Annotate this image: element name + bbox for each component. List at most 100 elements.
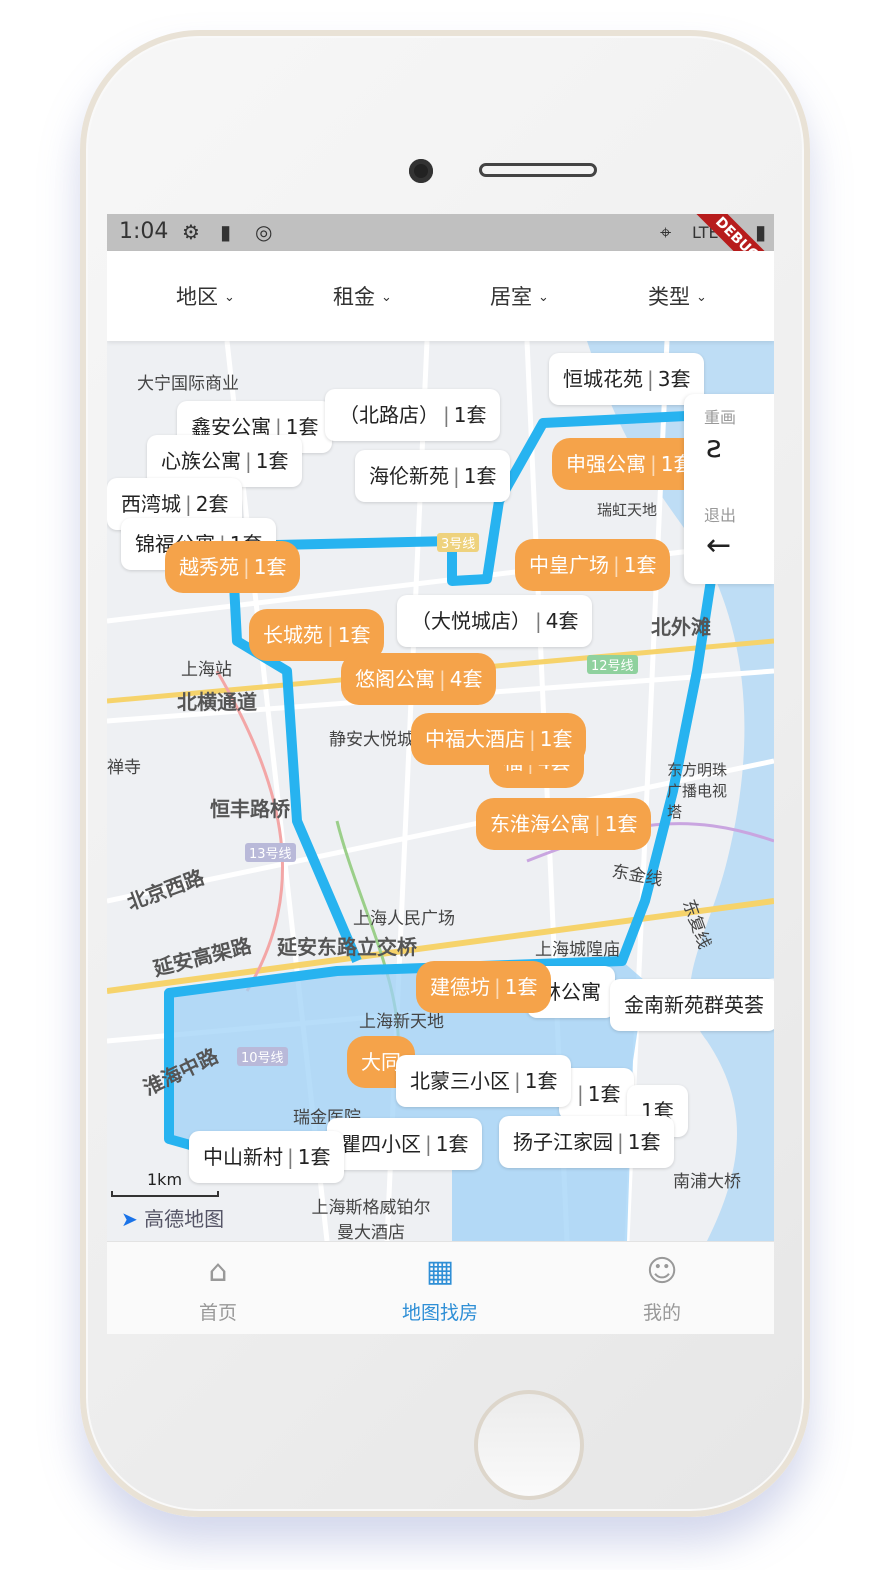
redraw-label: 重画	[704, 408, 737, 427]
marker-count: 2套	[195, 492, 229, 516]
house-marker[interactable]: 扬子江家园 | 1套	[499, 1116, 675, 1168]
marker-count: 1套	[539, 727, 573, 751]
tab-home-label: 首页	[198, 1302, 237, 1324]
map-label: 3号线	[437, 533, 480, 552]
marker-name: 中福大酒店	[425, 727, 525, 751]
marker-name: 扬子江家园	[513, 1130, 613, 1154]
map-label: 大宁国际商业	[137, 374, 239, 394]
marker-count: 1套	[463, 464, 497, 488]
filter-bar: 地区 ⌄ 租金 ⌄ 居室 ⌄ 类型 ⌄	[107, 251, 774, 341]
marker-name: 大同	[361, 1050, 401, 1074]
marker-name: 中皇广场	[529, 553, 609, 577]
house-marker[interactable]: （大悦城店） | 4套	[397, 595, 593, 647]
marker-separator: |	[443, 403, 450, 427]
house-marker[interactable]: 建德坊 | 1套	[416, 961, 552, 1013]
marker-name: 越秀苑	[179, 555, 239, 579]
marker-name: 中山新村	[203, 1145, 283, 1169]
map-view[interactable]: 大宁国际商业 上海站 北横通道 禅寺 静安大悦城 恒丰路桥 13号线 北京西路 …	[107, 341, 774, 1241]
settings-icon: ⚙	[182, 220, 200, 244]
marker-separator: |	[494, 975, 501, 999]
filter-rooms-label: 居室	[490, 285, 532, 309]
home-button[interactable]	[474, 1390, 584, 1500]
location-icon: ⌖	[660, 220, 672, 244]
bottom-tab-bar: ⌂ 首页 ▦ 地图找房 ☺ 我的	[107, 1241, 774, 1334]
map-icon: ▦	[425, 1254, 455, 1289]
marker-count: 1套	[623, 553, 657, 577]
filter-region[interactable]: 地区 ⌄	[176, 281, 235, 311]
map-label: 恒丰路桥	[210, 797, 290, 821]
map-label: 上海斯格威铂尔曼大酒店	[311, 1198, 431, 1241]
tab-map-label: 地图找房	[401, 1302, 478, 1324]
marker-name: 申强公寓	[566, 452, 646, 476]
marker-separator: |	[650, 452, 657, 476]
draw-tool-panel: 重画 ƨ 退出 ←	[684, 394, 774, 584]
map-scale: 1km	[111, 1170, 219, 1197]
map-label: 禅寺	[107, 758, 141, 778]
marker-name: （大悦城店）	[411, 609, 531, 633]
marker-name: 西湾城	[121, 492, 181, 516]
house-marker[interactable]: 东淮海公寓 | 1套	[476, 798, 652, 850]
house-marker[interactable]: （北路店） | 1套	[325, 389, 501, 441]
marker-count: 1套	[524, 1069, 558, 1093]
house-marker[interactable]: 中福大酒店 | 1套	[411, 713, 587, 765]
map-label: 延安东路立交桥	[277, 935, 417, 959]
map-label: 上海站	[181, 660, 232, 680]
app-screen: 1:04 ⚙ ▮ ◎ ⌖ LTE ▮ DEBUG 地区 ⌄ 租金 ⌄ 居室 ⌄ 类型 ⌄	[107, 214, 774, 1334]
back-arrow-icon[interactable]: ←	[706, 528, 731, 563]
tab-home[interactable]: ⌂ 首页	[107, 1242, 329, 1334]
marker-count: 1套	[297, 1145, 331, 1169]
marker-name: （北路店）	[339, 403, 439, 427]
map-label: 北外滩	[651, 615, 711, 639]
marker-name: 心族公寓	[161, 449, 241, 473]
marker-count: 1套	[604, 812, 638, 836]
scale-bar	[111, 1191, 219, 1197]
marker-separator: |	[287, 1145, 294, 1169]
status-time: 1:04	[119, 219, 169, 244]
battery-icon: ▮	[755, 220, 767, 244]
redraw-icon[interactable]: ƨ	[706, 430, 722, 465]
map-label: 上海人民广场	[353, 909, 455, 929]
house-marker[interactable]: 瞿四小区 | 1套	[327, 1118, 483, 1170]
marker-count: 1套	[504, 975, 538, 999]
logo-arrow-icon: ➤	[121, 1207, 138, 1231]
marker-count: 3套	[657, 367, 691, 391]
marker-separator: |	[243, 555, 250, 579]
marker-name: 悠阁公寓	[355, 667, 435, 691]
house-marker[interactable]: 海伦新苑 | 1套	[355, 450, 511, 502]
marker-count: 4套	[449, 667, 483, 691]
tab-map[interactable]: ▦ 地图找房	[329, 1242, 551, 1334]
marker-separator: |	[529, 727, 536, 751]
marker-count: 1套	[337, 623, 371, 647]
house-marker[interactable]: 越秀苑 | 1套	[165, 541, 301, 593]
marker-separator: |	[577, 1082, 584, 1106]
marker-separator: |	[453, 464, 460, 488]
marker-name: 东淮海公寓	[490, 812, 590, 836]
house-marker[interactable]: 中皇广场 | 1套	[515, 539, 671, 591]
marker-separator: |	[185, 492, 192, 516]
marker-count: 1套	[453, 403, 487, 427]
house-marker[interactable]: 北蒙三小区 | 1套	[396, 1055, 572, 1107]
marker-count: 1套	[435, 1132, 469, 1156]
house-marker[interactable]: 恒城花苑 | 3套	[549, 353, 705, 405]
filter-type[interactable]: 类型 ⌄	[648, 281, 707, 311]
marker-separator: |	[617, 1130, 624, 1154]
chevron-down-icon: ⌄	[538, 290, 549, 305]
house-marker[interactable]: 金南新苑群英荟	[610, 979, 774, 1031]
house-marker[interactable]: 悠阁公寓 | 4套	[341, 653, 497, 705]
marker-separator: |	[327, 623, 334, 647]
tab-profile-label: 我的	[642, 1302, 681, 1324]
marker-separator: |	[535, 609, 542, 633]
marker-name: 长城苑	[263, 623, 323, 647]
marker-name: 恒城花苑	[563, 367, 643, 391]
marker-separator: |	[647, 367, 654, 391]
filter-rooms[interactable]: 居室 ⌄	[490, 281, 549, 311]
marker-separator: |	[594, 812, 601, 836]
filter-rent[interactable]: 租金 ⌄	[333, 281, 392, 311]
filter-type-label: 类型	[648, 285, 690, 309]
scale-label: 1km	[147, 1170, 183, 1189]
tab-profile[interactable]: ☺ 我的	[551, 1242, 773, 1334]
chevron-down-icon: ⌄	[224, 290, 235, 305]
map-provider-logo: ➤ 高德地图	[121, 1203, 224, 1232]
map-provider-name: 高德地图	[144, 1207, 225, 1231]
marker-count: 4套	[545, 609, 579, 633]
